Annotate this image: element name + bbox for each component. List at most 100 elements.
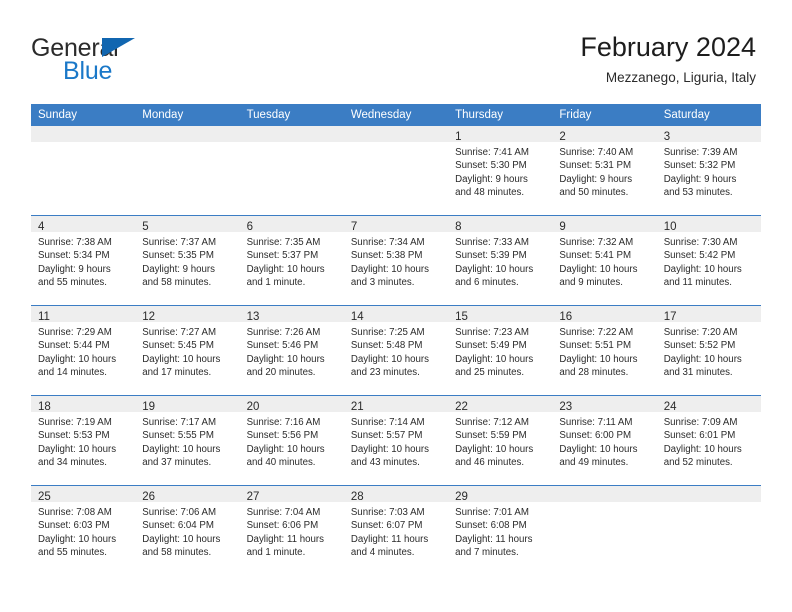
calendar-day-cell[interactable]: 15 Sunrise: 7:23 AM Sunset: 5:49 PM Dayligh…	[448, 305, 553, 396]
day-cell-details	[31, 142, 135, 146]
sunrise-time: Sunrise: 7:32 AM	[559, 237, 634, 248]
day-cell-details: Sunrise: 7:20 AM Sunset: 5:52 PM Daylight:…	[657, 322, 761, 379]
calendar-day-cell[interactable]: 11 Sunrise: 7:29 AM Sunset: 5:44 PM Dayligh…	[31, 305, 136, 396]
sunrise-time: Sunrise: 7:39 AM	[663, 147, 738, 158]
daylight-duration-line1: Daylight: 10 hours	[246, 263, 325, 275]
weekday-header-thursday: Thursday	[448, 104, 553, 126]
calendar-day-cell[interactable]: 2 Sunrise: 7:40 AM Sunset: 5:31 PM Daylight…	[552, 126, 657, 216]
day-number-band: 14	[343, 306, 449, 323]
daylight-duration-line1: Daylight: 10 hours	[455, 353, 534, 365]
daylight-duration-line2: and 46 minutes.	[455, 456, 525, 468]
daylight-duration-line1: Daylight: 9 hours	[663, 173, 737, 185]
page-subtitle: Mezzanego, Liguria, Italy	[605, 70, 756, 85]
day-cell-details: Sunrise: 7:33 AM Sunset: 5:39 PM Daylight:…	[448, 232, 552, 289]
calendar-day-cell[interactable]: 3 Sunrise: 7:39 AM Sunset: 5:32 PM Daylight…	[656, 126, 761, 216]
day-number-band: 26	[135, 486, 240, 503]
daylight-duration-line1: Daylight: 10 hours	[246, 443, 325, 455]
calendar-day-cell[interactable]: 12 Sunrise: 7:27 AM Sunset: 5:45 PM Dayligh…	[135, 305, 240, 396]
day-cell-details: Sunrise: 7:37 AM Sunset: 5:35 PM Daylight:…	[135, 232, 239, 289]
calendar-day-cell[interactable]: 9 Sunrise: 7:32 AM Sunset: 5:41 PM Daylight…	[552, 215, 657, 306]
day-number: 1	[455, 131, 462, 143]
day-cell-details	[657, 502, 761, 506]
calendar-day-cell[interactable]: 16 Sunrise: 7:22 AM Sunset: 5:51 PM Dayligh…	[552, 305, 657, 396]
day-cell-details: Sunrise: 7:27 AM Sunset: 5:45 PM Daylight:…	[135, 322, 239, 379]
day-number-band: 1	[448, 126, 553, 143]
calendar-day-cell[interactable]: 28 Sunrise: 7:03 AM Sunset: 6:07 PM Dayligh…	[343, 485, 449, 575]
calendar-day-cell[interactable]: 25 Sunrise: 7:08 AM Sunset: 6:03 PM Dayligh…	[31, 485, 136, 575]
day-number-band	[135, 126, 240, 142]
daylight-duration-line1: Daylight: 10 hours	[350, 263, 429, 275]
day-number-band: 18	[31, 396, 136, 413]
daylight-duration-line1: Daylight: 10 hours	[38, 533, 117, 545]
calendar-day-cell[interactable]: 1 Sunrise: 7:41 AM Sunset: 5:30 PM Daylight…	[448, 126, 553, 216]
calendar-day-cell[interactable]: 10 Sunrise: 7:30 AM Sunset: 5:42 PM Dayligh…	[656, 215, 761, 306]
sunset-time: Sunset: 5:32 PM	[663, 160, 736, 172]
daylight-duration-line1: Daylight: 10 hours	[559, 353, 638, 365]
calendar-day-cell[interactable]: 20 Sunrise: 7:16 AM Sunset: 5:56 PM Dayligh…	[239, 395, 344, 486]
day-number: 18	[38, 401, 51, 413]
day-cell-details: Sunrise: 7:39 AM Sunset: 5:32 PM Daylight:…	[657, 142, 761, 199]
day-number-band: 11	[31, 306, 136, 323]
daylight-duration-line1: Daylight: 10 hours	[559, 443, 638, 455]
sunset-time: Sunset: 5:52 PM	[663, 340, 736, 352]
calendar-day-cell[interactable]: 17 Sunrise: 7:20 AM Sunset: 5:52 PM Dayligh…	[656, 305, 761, 396]
calendar-week-row: 11 Sunrise: 7:29 AM Sunset: 5:44 PM Dayligh…	[31, 305, 761, 396]
calendar-day-cell[interactable]: 6 Sunrise: 7:35 AM Sunset: 5:37 PM Daylight…	[239, 215, 344, 306]
daylight-duration-line2: and 25 minutes.	[455, 366, 525, 378]
daylight-duration-line1: Daylight: 10 hours	[38, 353, 117, 365]
weekday-header-saturday: Saturday	[656, 104, 761, 126]
daylight-duration-line1: Daylight: 10 hours	[663, 353, 742, 365]
daylight-duration-line2: and 50 minutes.	[559, 186, 629, 198]
daylight-duration-line1: Daylight: 10 hours	[142, 533, 221, 545]
sunset-time: Sunset: 5:41 PM	[559, 250, 632, 262]
daylight-duration-line2: and 53 minutes.	[663, 186, 733, 198]
daylight-duration-line2: and 6 minutes.	[455, 276, 519, 288]
day-number-band: 19	[135, 396, 240, 413]
day-number: 3	[663, 131, 671, 143]
daylight-duration-line2: and 34 minutes.	[38, 456, 107, 468]
day-cell-details: Sunrise: 7:16 AM Sunset: 5:56 PM Daylight:…	[240, 412, 344, 469]
day-number-band: 16	[552, 306, 657, 323]
calendar-day-cell[interactable]: 22 Sunrise: 7:12 AM Sunset: 5:59 PM Dayligh…	[448, 395, 553, 486]
calendar-day-cell[interactable]: 24 Sunrise: 7:09 AM Sunset: 6:01 PM Dayligh…	[656, 395, 761, 486]
daylight-duration-line2: and 23 minutes.	[350, 366, 420, 378]
day-number-band: 15	[448, 306, 553, 323]
calendar-day-cell[interactable]: 29 Sunrise: 7:01 AM Sunset: 6:08 PM Dayligh…	[448, 485, 553, 575]
calendar-day-cell[interactable]: 26 Sunrise: 7:06 AM Sunset: 6:04 PM Dayligh…	[135, 485, 240, 575]
calendar-week-row: 18 Sunrise: 7:19 AM Sunset: 5:53 PM Dayligh…	[31, 395, 761, 486]
calendar-day-cell[interactable]: 5 Sunrise: 7:37 AM Sunset: 5:35 PM Daylight…	[135, 215, 240, 306]
day-number: 24	[663, 401, 677, 413]
weekday-header-wednesday: Wednesday	[343, 104, 449, 126]
calendar-day-cell[interactable]: 19 Sunrise: 7:17 AM Sunset: 5:55 PM Dayligh…	[135, 395, 240, 486]
calendar-day-cell[interactable]: 23 Sunrise: 7:11 AM Sunset: 6:00 PM Dayligh…	[552, 395, 657, 486]
sunrise-time: Sunrise: 7:11 AM	[559, 417, 633, 428]
calendar-day-cell[interactable]: 18 Sunrise: 7:19 AM Sunset: 5:53 PM Dayligh…	[31, 395, 136, 486]
day-number-band: 8	[448, 216, 553, 233]
calendar-day-cell[interactable]: 27 Sunrise: 7:04 AM Sunset: 6:06 PM Dayligh…	[239, 485, 344, 575]
day-cell-details: Sunrise: 7:30 AM Sunset: 5:42 PM Daylight:…	[657, 232, 761, 289]
sunset-time: Sunset: 5:45 PM	[142, 340, 214, 352]
calendar-cell-empty	[552, 485, 657, 575]
brand-logo[interactable]: General Blue	[31, 36, 261, 92]
calendar-cell-empty	[343, 126, 449, 216]
daylight-duration-line2: and 43 minutes.	[350, 456, 420, 468]
sunset-time: Sunset: 5:34 PM	[38, 250, 110, 262]
day-number-band: 3	[656, 126, 761, 143]
day-cell-details: Sunrise: 7:03 AM Sunset: 6:07 PM Daylight:…	[344, 502, 448, 559]
daylight-duration-line1: Daylight: 10 hours	[38, 443, 117, 455]
day-number-band: 24	[656, 396, 761, 413]
day-cell-details: Sunrise: 7:41 AM Sunset: 5:30 PM Daylight:…	[448, 142, 552, 199]
calendar-day-cell[interactable]: 8 Sunrise: 7:33 AM Sunset: 5:39 PM Daylight…	[448, 215, 553, 306]
day-number-band: 28	[343, 486, 449, 503]
calendar-day-cell[interactable]: 13 Sunrise: 7:26 AM Sunset: 5:46 PM Dayligh…	[239, 305, 344, 396]
calendar-day-cell[interactable]: 21 Sunrise: 7:14 AM Sunset: 5:57 PM Dayligh…	[343, 395, 449, 486]
daylight-duration-line2: and 1 minute.	[246, 546, 306, 558]
day-number-band: 13	[239, 306, 344, 323]
day-cell-details: Sunrise: 7:08 AM Sunset: 6:03 PM Daylight:…	[31, 502, 135, 559]
calendar-day-cell[interactable]: 4 Sunrise: 7:38 AM Sunset: 5:34 PM Daylight…	[31, 215, 136, 306]
day-number-band: 23	[552, 396, 657, 413]
sunset-time: Sunset: 5:57 PM	[350, 430, 423, 442]
calendar-day-cell[interactable]: 7 Sunrise: 7:34 AM Sunset: 5:38 PM Daylight…	[343, 215, 449, 306]
day-number: 28	[350, 491, 364, 503]
calendar-day-cell[interactable]: 14 Sunrise: 7:25 AM Sunset: 5:48 PM Dayligh…	[343, 305, 449, 396]
